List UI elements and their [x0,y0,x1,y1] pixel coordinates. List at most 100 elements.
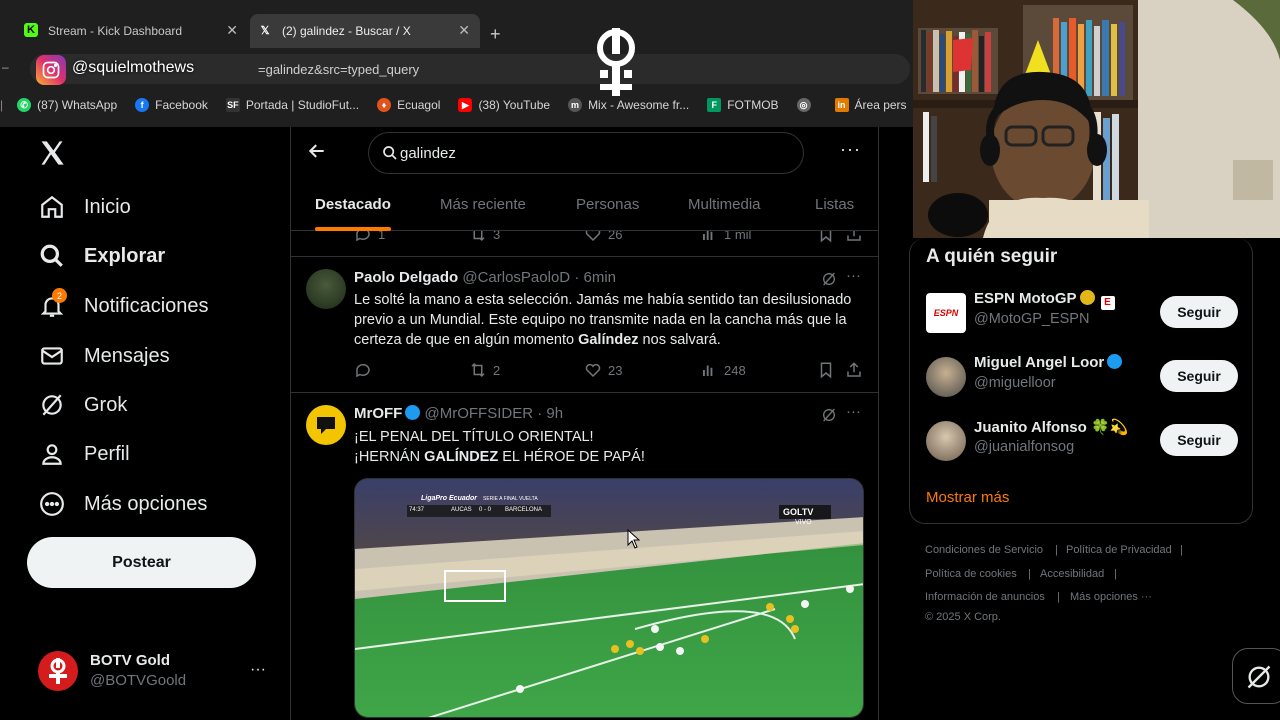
post-button[interactable]: Postear [27,537,256,588]
bookmark-globe[interactable]: ◎ [796,98,817,112]
tab-destacado[interactable]: Destacado [315,196,391,213]
close-tab-icon[interactable]: ✕ [226,22,238,39]
show-more-link[interactable]: Mostrar más [926,489,1009,506]
back-arrow-icon[interactable] [307,141,327,166]
follow-suggestion[interactable]: Miguel Angel Loor @miguelloor Seguir [926,354,1246,400]
tab-x-search[interactable]: 𝕏 (2) galindez - Buscar / X ✕ [250,14,480,48]
bookmark-area-personal[interactable]: in Área pers [834,98,907,112]
suggestion-name[interactable]: Juanito Alfonso 🍀💫 [974,418,1128,436]
tab-kick-dashboard[interactable]: K Stream - Kick Dashboard ✕ [0,14,248,48]
avatar[interactable] [306,269,346,309]
tweet-author-name[interactable]: MrOFF [354,405,402,422]
tab-personas[interactable]: Personas [576,196,639,213]
instagram-handle-overlay: @squielmothews [72,59,195,76]
suggestion-handle[interactable]: @miguelloor [974,375,1056,391]
tab-multimedia[interactable]: Multimedia [688,196,761,213]
footer-link-accessibility[interactable]: Accesibilidad [1040,568,1104,580]
tweet-time[interactable]: · 9h [537,405,563,422]
share-icon[interactable] [845,361,863,384]
grok-icon[interactable] [821,407,837,428]
tweet-paolo-delgado[interactable]: Paolo Delgado @CarlosPaoloD · 6min ··· L… [291,257,878,393]
tab-mas-reciente[interactable]: Más reciente [440,196,526,213]
suggestion-name[interactable]: Miguel Angel Loor [974,354,1123,371]
avatar[interactable] [926,421,966,461]
account-more-icon[interactable]: ··· [250,661,266,679]
tweet-author-handle[interactable]: @CarlosPaoloD [462,269,570,286]
follow-button[interactable]: Seguir [1160,424,1238,456]
views-button[interactable]: 248 [700,361,746,379]
tab-listas[interactable]: Listas [815,196,854,213]
account-switcher[interactable]: BOTV Gold @BOTVGoold ··· [38,651,278,691]
nav-grok[interactable]: Grok [38,385,127,425]
nav-perfil[interactable]: Perfil [38,434,130,474]
tweet-mroff[interactable]: MrOFF @MrOFFSIDER · 9h ··· ¡EL PENAL DEL… [291,393,878,720]
follow-button[interactable]: Seguir [1160,296,1238,328]
bookmark-fotmob[interactable]: F FOTMOB [707,98,779,112]
suggestion-handle[interactable]: @juanialfonsog [974,439,1074,455]
fotmob-icon: F [707,98,722,112]
bookmark-facebook[interactable]: f Facebook [135,98,208,112]
more-circle-icon [38,490,66,518]
nav-explorar[interactable]: Explorar [38,236,165,276]
avatar[interactable] [926,357,966,397]
close-tab-icon[interactable]: ✕ [458,22,470,39]
search-field[interactable]: galindez [368,132,804,174]
reply-button[interactable]: 1 [354,231,385,243]
nav-inicio[interactable]: Inicio [38,187,131,227]
bookmark-studiofutbol[interactable]: SF Portada | StudioFut... [225,98,359,112]
follow-button[interactable]: Seguir [1160,360,1238,392]
suggestion-handle[interactable]: @MotoGP_ESPN [974,311,1089,327]
more-icon[interactable]: ··· [846,267,861,284]
nav-notificaciones[interactable]: 2 Notificaciones [38,286,209,326]
repost-button[interactable]: 2 [469,361,500,379]
grok-icon[interactable] [821,271,837,292]
tweet-author-name[interactable]: Paolo Delgado [354,269,458,286]
bookmark-youtube[interactable]: ▶ (38) YouTube [458,98,550,112]
bookmark-mix[interactable]: m Mix - Awesome fr... [568,98,689,112]
webcam-overlay [913,0,1280,238]
follow-suggestion[interactable]: ESPN ESPN MotoGP E @MotoGP_ESPN Seguir [926,290,1246,336]
grok-icon [1245,663,1273,696]
tweet-text-highlight: GALÍNDEZ [424,449,499,465]
tweet-text: ¡EL PENAL DEL TÍTULO ORIENTAL! ¡HERNÁN G… [354,427,869,467]
like-button[interactable]: 23 [584,361,622,379]
x-logo-icon[interactable] [38,139,68,169]
url-text[interactable]: =galindez&src=typed_query [258,62,419,77]
footer-link-ads-info[interactable]: Información de anuncios [925,591,1045,603]
tweet-text-part: EL HÉROE DE PAPÁ! [498,449,645,465]
nav-mensajes[interactable]: Mensajes [38,336,170,376]
suggestion-name[interactable]: ESPN MotoGP E [974,290,1115,310]
tweet-author-handle[interactable]: @MrOFFSIDER [425,405,534,422]
footer-link-privacy[interactable]: Política de Privacidad [1066,544,1172,556]
more-icon[interactable]: ··· [840,139,861,160]
footer-link-more[interactable]: Más opciones ··· [1070,591,1152,603]
repost-button[interactable]: 3 [469,231,500,243]
back-arrow-icon[interactable]: – [2,60,9,74]
nav-label: Mensajes [84,344,170,367]
bookmark-whatsapp[interactable]: ✆ (87) WhatsApp [17,98,117,112]
grok-floating-button[interactable] [1232,648,1280,704]
like-button[interactable]: 26 [584,231,622,243]
nav-mas-opciones[interactable]: Más opciones [38,484,207,524]
search-icon [38,242,66,270]
tweet-video[interactable]: LigaPro Ecuador SERIE A FINAL VUELTA 74:… [354,478,864,718]
more-icon[interactable]: ··· [846,403,861,420]
tweet-time[interactable]: · 6min [574,269,616,286]
follow-suggestion[interactable]: Juanito Alfonso 🍀💫 @juanialfonsog Seguir [926,418,1246,464]
tab-label: Stream - Kick Dashboard [48,24,183,38]
who-to-follow-card: A quién seguir ESPN ESPN MotoGP E @MotoGP… [909,238,1253,524]
reply-button[interactable] [354,361,378,379]
main-column: galindez ··· Destacado Más reciente Pers… [290,127,879,720]
new-tab-button[interactable]: + [490,24,501,45]
search-input[interactable]: galindez [400,145,456,162]
footer-link-cookies[interactable]: Política de cookies [925,568,1017,580]
bookmark-label: FOTMOB [727,98,779,112]
footer-link-terms[interactable]: Condiciones de Servicio [925,544,1043,556]
avatar[interactable]: ESPN [926,293,966,333]
avatar[interactable] [306,405,346,445]
share-icon[interactable] [845,231,863,248]
bookmark-ecuagol[interactable]: ♦ Ecuagol [377,98,440,112]
views-button[interactable]: 1 mil [700,231,751,243]
bookmark-icon[interactable] [817,361,835,384]
bookmark-icon[interactable] [817,231,835,248]
